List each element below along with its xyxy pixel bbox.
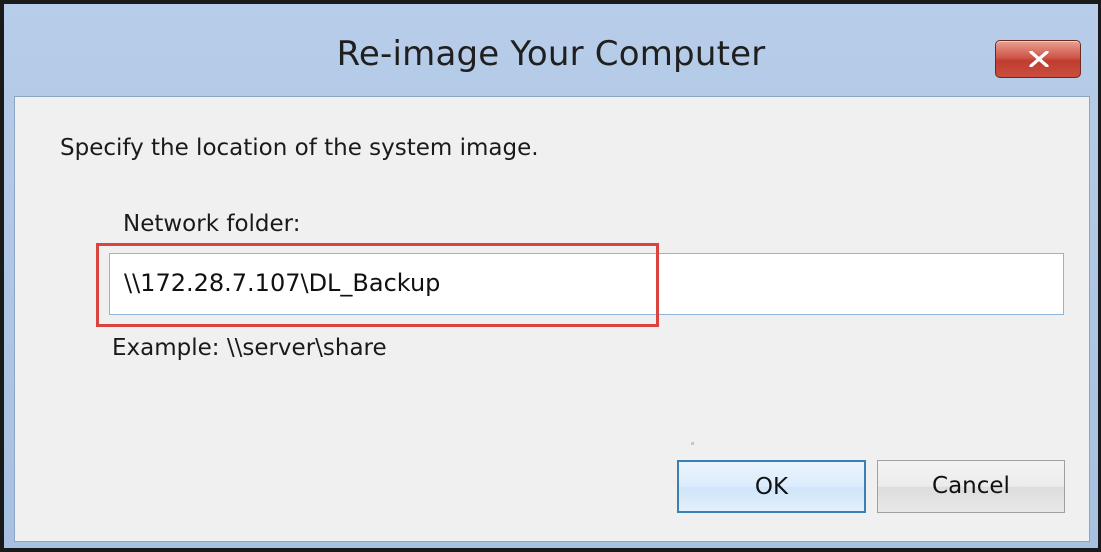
dialog-content: Specify the location of the system image…: [14, 96, 1090, 542]
dialog-window: Re-image Your Computer Specify the locat…: [0, 0, 1101, 552]
close-icon: [1029, 51, 1049, 67]
instruction-text: Specify the location of the system image…: [60, 135, 539, 161]
example-text: Example: \\server\share: [112, 335, 387, 361]
network-folder-label: Network folder:: [123, 211, 301, 237]
network-folder-input[interactable]: \\172.28.7.107\DL_Backup: [109, 253, 1064, 315]
close-button[interactable]: [995, 40, 1081, 78]
divider-dot: [691, 442, 694, 445]
cancel-button[interactable]: Cancel: [877, 460, 1065, 513]
window-title: Re-image Your Computer: [336, 34, 766, 74]
ok-button[interactable]: OK: [677, 460, 866, 513]
window-frame: Re-image Your Computer Specify the locat…: [4, 4, 1098, 548]
